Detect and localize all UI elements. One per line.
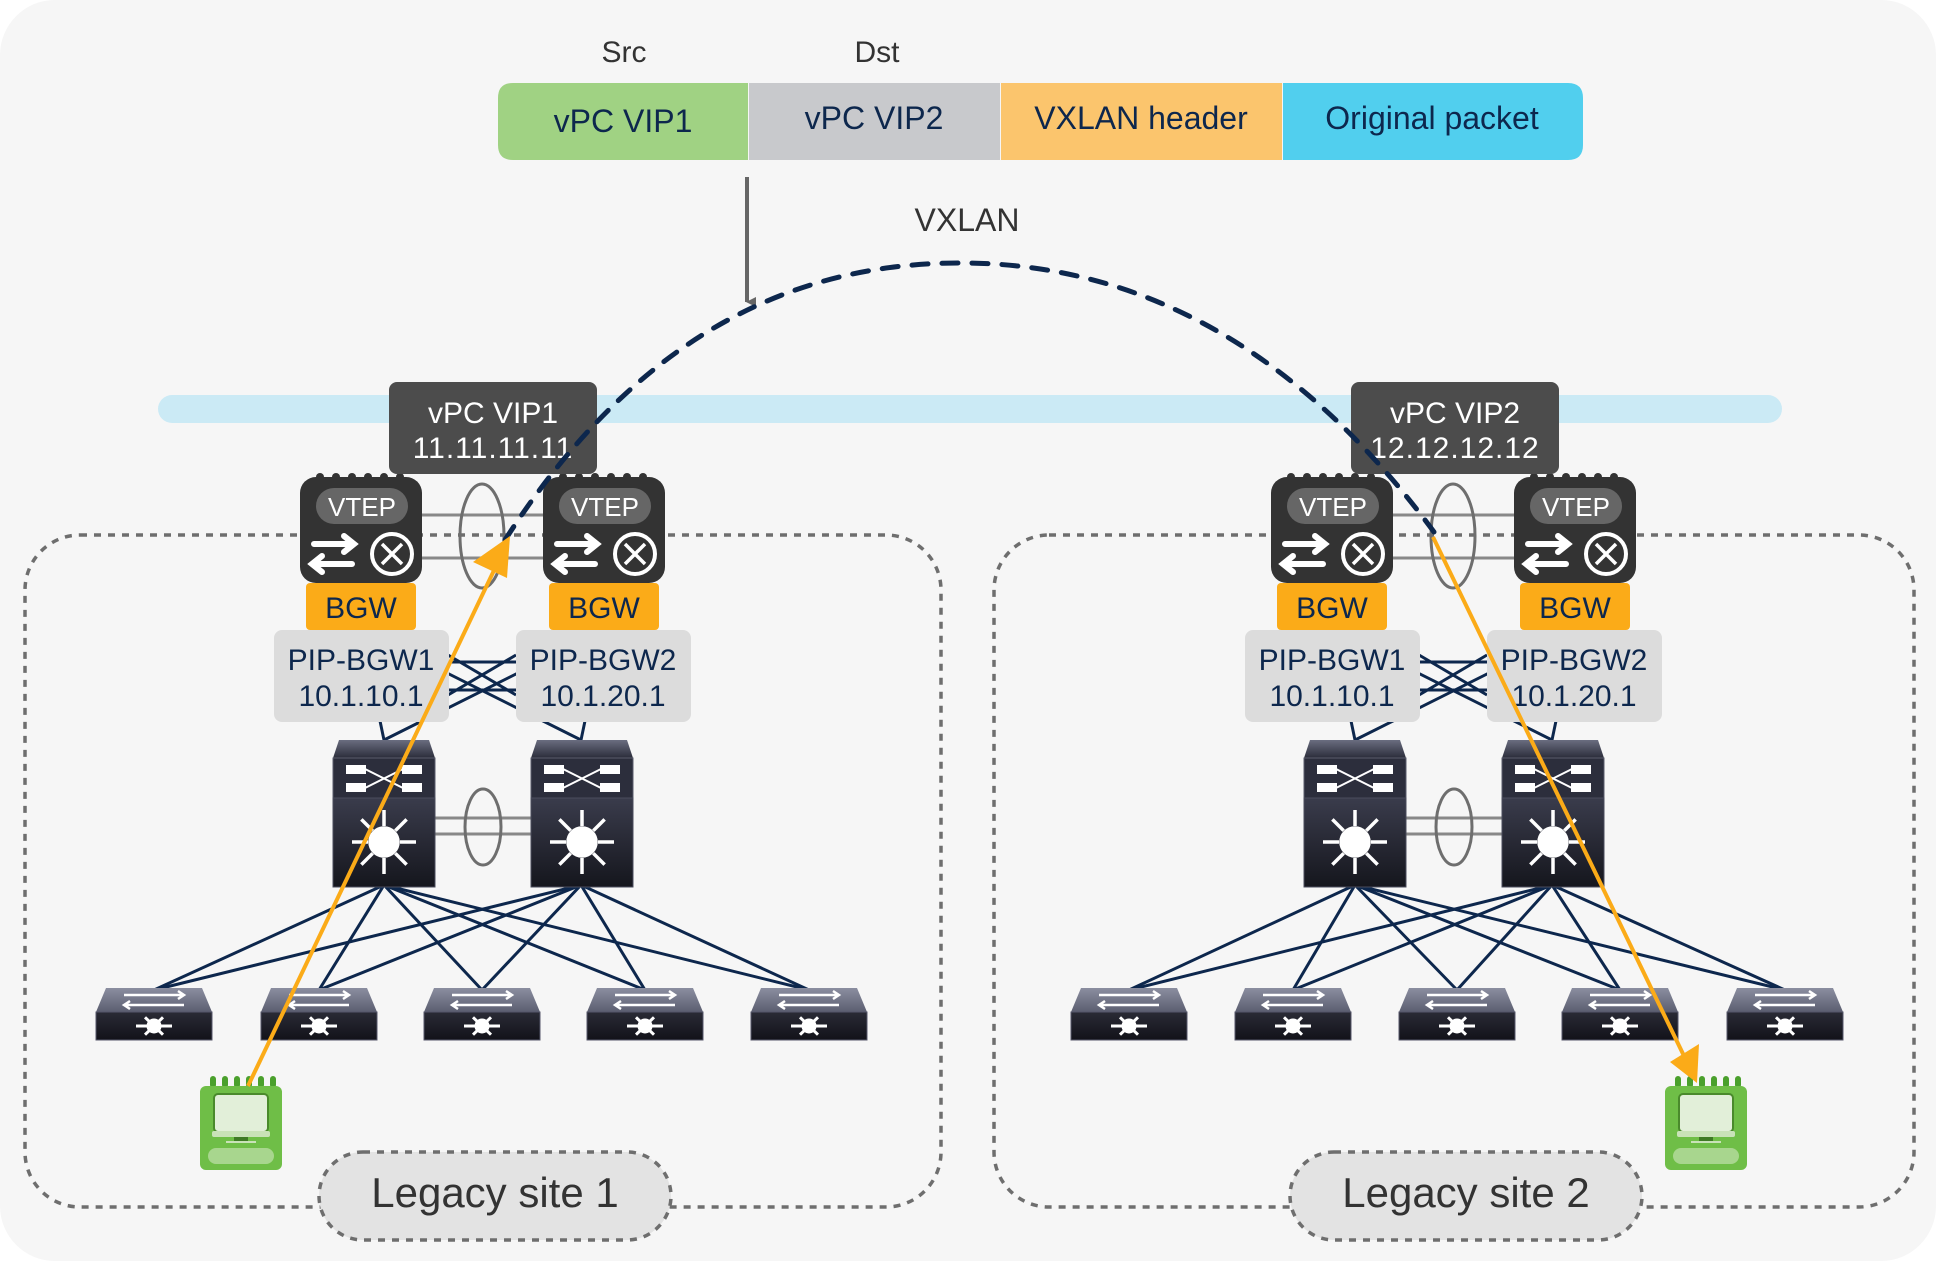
site-name: Legacy site 1 — [371, 1169, 619, 1216]
routing-star-icon — [1521, 810, 1585, 874]
nexus-switch-icon — [587, 988, 703, 1012]
leaf-switch[interactable] — [750, 988, 868, 1041]
leaf-switch[interactable] — [95, 988, 213, 1041]
vip-title: vPC VIP1 — [428, 397, 558, 430]
spine-switch-1[interactable] — [1303, 740, 1407, 888]
leaf-switch[interactable] — [1726, 988, 1844, 1041]
pip-ip: 10.1.10.1 — [1269, 680, 1394, 713]
nexus-switch-icon — [751, 988, 867, 1012]
leaf-switch[interactable] — [1234, 988, 1352, 1041]
routing-star-icon — [1323, 810, 1387, 874]
vtep-badge-label: VTEP — [571, 492, 639, 522]
vtep-badge-label: VTEP — [328, 492, 396, 522]
nexus-switch-icon — [1071, 988, 1187, 1012]
spine-switch-1[interactable] — [332, 740, 436, 888]
host-workstation[interactable] — [200, 1076, 282, 1170]
routing-star-icon — [550, 810, 614, 874]
spine-switch-2[interactable] — [1501, 740, 1605, 888]
site-label: Legacy site 1 — [317, 1150, 673, 1242]
site-label: Legacy site 2 — [1288, 1150, 1644, 1242]
vip-ip: 12.12.12.12 — [1370, 432, 1539, 465]
vtep-badge-label: VTEP — [1299, 492, 1367, 522]
pip-name: PIP-BGW2 — [1501, 644, 1648, 677]
leaf-switch[interactable] — [260, 988, 378, 1041]
nexus-switch-icon — [1235, 988, 1351, 1012]
pip-ip: 10.1.10.1 — [298, 680, 423, 713]
leaf-switch[interactable] — [1561, 988, 1679, 1041]
vip-title: vPC VIP2 — [1390, 397, 1520, 430]
pip-ip: 10.1.20.1 — [540, 680, 665, 713]
bgw-label: BGW — [568, 592, 640, 625]
host-workstation[interactable] — [1665, 1076, 1747, 1170]
dst-label: Dst — [855, 36, 901, 69]
vtep-badge-label: VTEP — [1542, 492, 1610, 522]
pip-ip: 10.1.20.1 — [1511, 680, 1636, 713]
pip-name: PIP-BGW2 — [530, 644, 677, 677]
packet-segment-label: VXLAN header — [1034, 100, 1248, 136]
bgw-label: BGW — [1296, 592, 1368, 625]
vpc-vip-box: vPC VIP212.12.12.12 — [1351, 382, 1559, 474]
nexus-switch-icon — [96, 988, 212, 1012]
diagram-canvas: Src Dst vPC VIP1 vPC VIP2 VXLAN header O… — [0, 0, 1936, 1261]
vip-ip: 11.11.11.11 — [413, 432, 574, 465]
nexus-switch-icon — [424, 988, 540, 1012]
nexus-switch-icon — [1399, 988, 1515, 1012]
nexus-switch-icon — [261, 988, 377, 1012]
packet-format-bar: vPC VIP1 vPC VIP2 VXLAN header Original … — [498, 83, 1583, 160]
leaf-switch[interactable] — [423, 988, 541, 1041]
leaf-switch[interactable] — [1070, 988, 1188, 1041]
bgw-label: BGW — [325, 592, 397, 625]
vxlan-tunnel-label: VXLAN — [915, 202, 1020, 238]
packet-segment-label: vPC VIP1 — [554, 103, 693, 139]
site-name: Legacy site 2 — [1342, 1169, 1590, 1216]
leaf-switch[interactable] — [586, 988, 704, 1041]
leaf-switch[interactable] — [1398, 988, 1516, 1041]
nexus-switch-icon — [1727, 988, 1843, 1012]
src-label: Src — [602, 36, 647, 69]
packet-segment-label: Original packet — [1325, 100, 1539, 136]
spine-switch-2[interactable] — [530, 740, 634, 888]
pip-name: PIP-BGW1 — [288, 644, 435, 677]
routing-star-icon — [352, 810, 416, 874]
packet-segment-label: vPC VIP2 — [805, 100, 944, 136]
pip-name: PIP-BGW1 — [1259, 644, 1406, 677]
bgw-label: BGW — [1539, 592, 1611, 625]
